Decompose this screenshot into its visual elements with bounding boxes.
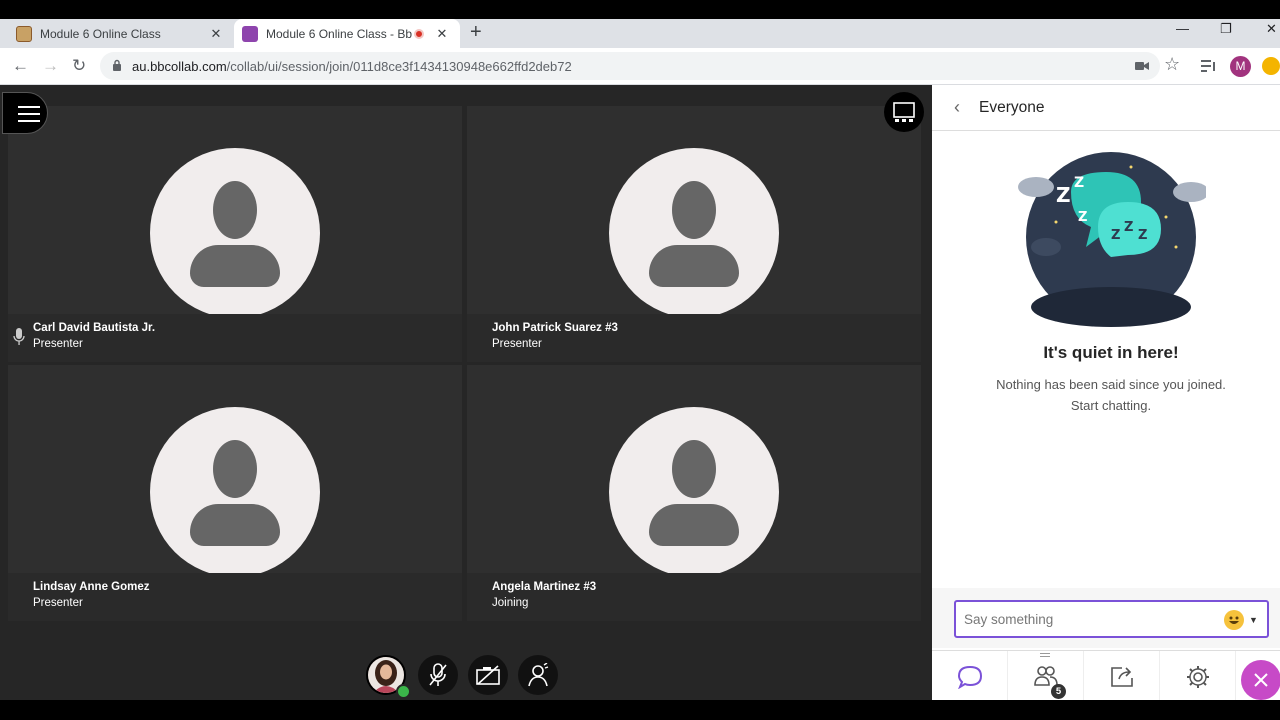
participant-name: Carl David Bautista Jr. [33, 322, 156, 334]
chat-compose-area: ▼ [932, 588, 1280, 648]
back-button[interactable]: ← [12, 56, 29, 76]
video-placeholder [467, 106, 921, 314]
avatar-placeholder-icon [150, 148, 320, 314]
browser-toolbar: ← → ↻ au.bbcollab.com/collab/ui/session/… [0, 48, 1280, 85]
collaborate-panel: ‹ Everyone Z Z Z Z Z Z It's quiet in her… [932, 85, 1280, 701]
avatar-placeholder-icon [609, 148, 779, 314]
browser-tab-bar: Module 6 Online Class ✕ Module 6 Online … [0, 19, 1280, 48]
status-ok-icon [396, 684, 411, 699]
empty-state-title: It's quiet in here! [1043, 343, 1179, 362]
close-panel-button[interactable] [1241, 660, 1280, 700]
hand-raise-icon [528, 663, 549, 687]
window-close-button[interactable]: ✕ [1266, 21, 1277, 37]
emoji-dropdown-chevron-icon[interactable]: ▼ [1249, 615, 1258, 625]
video-placeholder [467, 365, 921, 573]
svg-text:Z: Z [1078, 210, 1087, 225]
participant-role: Presenter [33, 597, 83, 609]
participant-tile: Carl David Bautista Jr. Presenter [8, 106, 462, 362]
svg-text:Z: Z [1138, 228, 1147, 243]
video-placeholder [8, 365, 462, 573]
svg-text:Z: Z [1056, 183, 1071, 207]
url-text: au.bbcollab.com/collab/ui/session/join/0… [132, 59, 572, 74]
avatar-placeholder-icon [609, 407, 779, 573]
settings-icon [1187, 666, 1209, 688]
participant-namebar: Lindsay Anne Gomez Presenter [8, 573, 462, 621]
svg-text:Z: Z [1111, 228, 1120, 243]
camera-off-icon [476, 665, 500, 685]
media-control-bar [0, 647, 932, 700]
url-path: /collab/ui/session/join/011d8ce3f1434130… [226, 59, 572, 74]
collaborate-favicon-icon [242, 25, 258, 42]
top-black-strip [0, 0, 1280, 19]
participant-tile: Angela Martinez #3 Joining [467, 365, 921, 621]
tab-title: Module 6 Online Class - Bb C [266, 26, 414, 41]
microphone-toggle-button[interactable] [418, 655, 458, 695]
profile-avatar[interactable]: M [1230, 56, 1251, 77]
panel-title: Everyone [979, 99, 1045, 116]
participant-role: Presenter [33, 338, 83, 350]
video-placeholder [8, 106, 462, 314]
participant-tile: Lindsay Anne Gomez Presenter [8, 365, 462, 621]
reload-button[interactable]: ↻ [72, 56, 86, 76]
chat-message-input[interactable] [954, 600, 1269, 638]
lock-icon [113, 59, 121, 71]
close-icon [1254, 673, 1268, 687]
panel-header: ‹ Everyone [932, 85, 1280, 131]
school-favicon-icon [16, 25, 32, 42]
recording-indicator-icon [414, 28, 424, 39]
camera-permission-icon[interactable] [1135, 61, 1149, 71]
bookmark-star-icon[interactable]: ☆ [1164, 54, 1180, 75]
participant-namebar: Angela Martinez #3 Joining [467, 573, 921, 621]
mic-muted-icon [429, 663, 447, 686]
empty-chat-illustration: Z Z Z Z Z Z [1018, 152, 1206, 327]
extension-icon[interactable] [1262, 57, 1280, 75]
participant-role: Joining [492, 597, 529, 609]
grid-layout-icon [893, 102, 915, 122]
participant-name: Angela Martinez #3 [492, 581, 597, 593]
tab-close-icon[interactable]: ✕ [434, 26, 450, 42]
participant-name: John Patrick Suarez #3 [492, 322, 618, 334]
browser-tab-module6[interactable]: Module 6 Online Class ✕ [8, 19, 232, 48]
chat-icon [957, 665, 983, 689]
session-menu-button[interactable] [2, 92, 48, 134]
video-stage: Carl David Bautista Jr. Presenter John P… [0, 85, 932, 700]
participant-namebar: John Patrick Suarez #3 Presenter [467, 314, 921, 362]
participant-name: Lindsay Anne Gomez [33, 581, 150, 593]
svg-text:Z: Z [1124, 220, 1133, 235]
url-host: au.bbcollab.com [132, 59, 227, 74]
browser-tab-collaborate[interactable]: Module 6 Online Class - Bb C ✕ [234, 19, 460, 48]
panel-tab-bar: 5 [932, 650, 1280, 701]
emoji-picker-icon[interactable] [1224, 610, 1244, 630]
layout-toggle-button[interactable] [884, 92, 924, 132]
tab-settings[interactable] [1160, 651, 1236, 701]
restore-button[interactable]: ❐ [1220, 21, 1232, 37]
minimize-button[interactable]: — [1176, 21, 1189, 36]
bottom-black-strip [0, 700, 1280, 720]
camera-toggle-button[interactable] [468, 655, 508, 695]
media-control-icon[interactable] [1201, 60, 1217, 73]
svg-text:Z: Z [1074, 175, 1084, 191]
empty-state-line1: Nothing has been said since you joined. [996, 377, 1226, 392]
participant-role: Presenter [492, 338, 542, 350]
tab-share-content[interactable] [1084, 651, 1160, 701]
participant-namebar: Carl David Bautista Jr. Presenter [8, 314, 462, 362]
back-chevron-icon[interactable]: ‹ [954, 97, 960, 118]
address-bar[interactable]: au.bbcollab.com/collab/ui/session/join/0… [100, 52, 1160, 80]
forward-button[interactable]: → [42, 56, 59, 76]
new-tab-button[interactable]: + [470, 21, 482, 44]
tab-title: Module 6 Online Class [40, 26, 161, 41]
tab-close-icon[interactable]: ✕ [208, 26, 224, 42]
raise-hand-button[interactable] [518, 655, 558, 695]
share-content-icon [1111, 667, 1133, 687]
empty-state-message: Nothing has been said since you joined. … [932, 374, 1280, 416]
microphone-icon [13, 328, 25, 345]
empty-state-line2: Start chatting. [1070, 398, 1152, 413]
avatar-placeholder-icon [150, 407, 320, 573]
tab-chat[interactable] [932, 651, 1008, 701]
tab-attendees[interactable]: 5 [1008, 651, 1084, 701]
participant-tile: John Patrick Suarez #3 Presenter [467, 106, 921, 362]
attendee-count-badge: 5 [1051, 684, 1066, 699]
